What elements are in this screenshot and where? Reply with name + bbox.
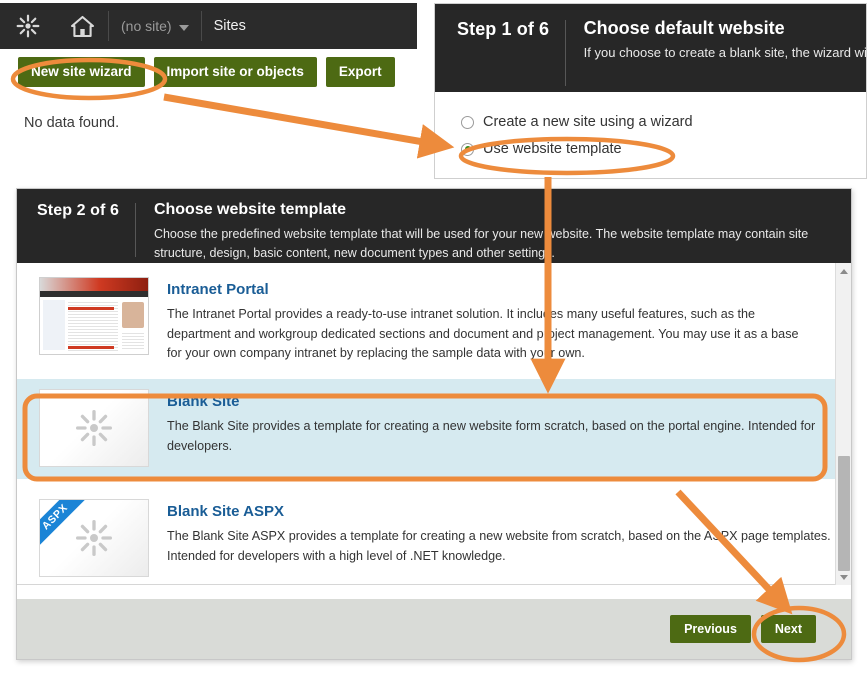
template-description-intranet-portal: The Intranet Portal provides a ready-to-… <box>167 307 799 361</box>
scrollbar-thumb[interactable] <box>838 456 850 571</box>
step1-header: Step 1 of 6 Choose default website If yo… <box>435 4 866 92</box>
use-website-template-label: Use website template <box>483 141 622 157</box>
sites-section-label: Sites <box>213 18 246 34</box>
step2-step-label: Step 2 of 6 <box>37 202 120 219</box>
step2-title: Choose website template <box>153 201 346 218</box>
step2-header: Step 2 of 6 Choose website template Choo… <box>17 189 851 263</box>
template-list-scrollbar[interactable] <box>835 263 851 585</box>
template-row-intranet-portal[interactable]: Intranet Portal The Intranet Portal prov… <box>17 267 835 367</box>
create-new-site-wizard-radio-row[interactable]: Create a new site using a wizard <box>461 114 866 130</box>
template-description-blank-site-aspx: The Blank Site ASPX provides a template … <box>167 529 831 563</box>
create-new-site-wizard-radio[interactable] <box>461 115 474 129</box>
chevron-down-icon <box>178 25 189 31</box>
site-selector-value: (no site) <box>121 18 172 34</box>
kentico-starburst-icon <box>76 410 112 446</box>
export-button[interactable]: Export <box>325 57 395 87</box>
step1-wizard-window: Step 1 of 6 Choose default website If yo… <box>434 3 867 179</box>
create-new-site-wizard-label: Create a new site using a wizard <box>483 114 693 130</box>
step1-description: If you choose to create a blank site, th… <box>583 45 866 60</box>
template-description-blank-site: The Blank Site provides a template for c… <box>167 419 816 453</box>
blank-site-thumbnail <box>39 389 149 467</box>
template-title-blank-site[interactable]: Blank Site <box>167 393 835 410</box>
use-website-template-radio-row[interactable]: Use website template <box>461 141 866 157</box>
site-selector[interactable]: (no site) <box>109 18 201 34</box>
kentico-starburst-icon <box>76 520 112 556</box>
website-template-list: Intranet Portal The Intranet Portal prov… <box>17 263 851 585</box>
sites-toolbar: New site wizard Import site or objects E… <box>0 49 417 95</box>
template-title-intranet-portal[interactable]: Intranet Portal <box>167 281 807 298</box>
kentico-starburst-icon[interactable] <box>0 14 56 38</box>
scroll-down-arrow-icon[interactable] <box>836 569 851 585</box>
sites-window: (no site) Sites New site wizard Import s… <box>0 3 417 153</box>
step2-footer: Previous Next <box>17 599 851 659</box>
sites-topbar: (no site) Sites <box>0 3 417 49</box>
step1-step-label: Step 1 of 6 <box>457 19 550 39</box>
new-site-wizard-button[interactable]: New site wizard <box>18 57 145 87</box>
template-row-blank-site[interactable]: Blank Site The Blank Site provides a tem… <box>17 379 835 479</box>
step2-description: Choose the predefined website template t… <box>153 227 809 261</box>
next-button[interactable]: Next <box>760 614 816 644</box>
blank-site-aspx-thumbnail: ASPX <box>39 499 149 577</box>
intranet-portal-thumbnail <box>39 277 149 355</box>
scroll-up-arrow-icon[interactable] <box>836 263 851 279</box>
no-data-message: No data found. <box>24 115 120 131</box>
step2-wizard-window: Step 2 of 6 Choose website template Choo… <box>16 188 852 660</box>
step1-body: Create a new site using a wizard Use web… <box>435 92 866 157</box>
import-site-or-objects-button[interactable]: Import site or objects <box>153 57 317 87</box>
home-icon[interactable] <box>56 15 108 38</box>
use-website-template-radio[interactable] <box>461 142 474 156</box>
template-title-blank-site-aspx[interactable]: Blank Site ASPX <box>167 503 835 520</box>
previous-button[interactable]: Previous <box>670 614 751 644</box>
step1-title: Choose default website <box>583 18 785 38</box>
template-row-blank-site-aspx[interactable]: ASPX Blank Site ASPX The Blank Site ASPX… <box>17 489 835 589</box>
